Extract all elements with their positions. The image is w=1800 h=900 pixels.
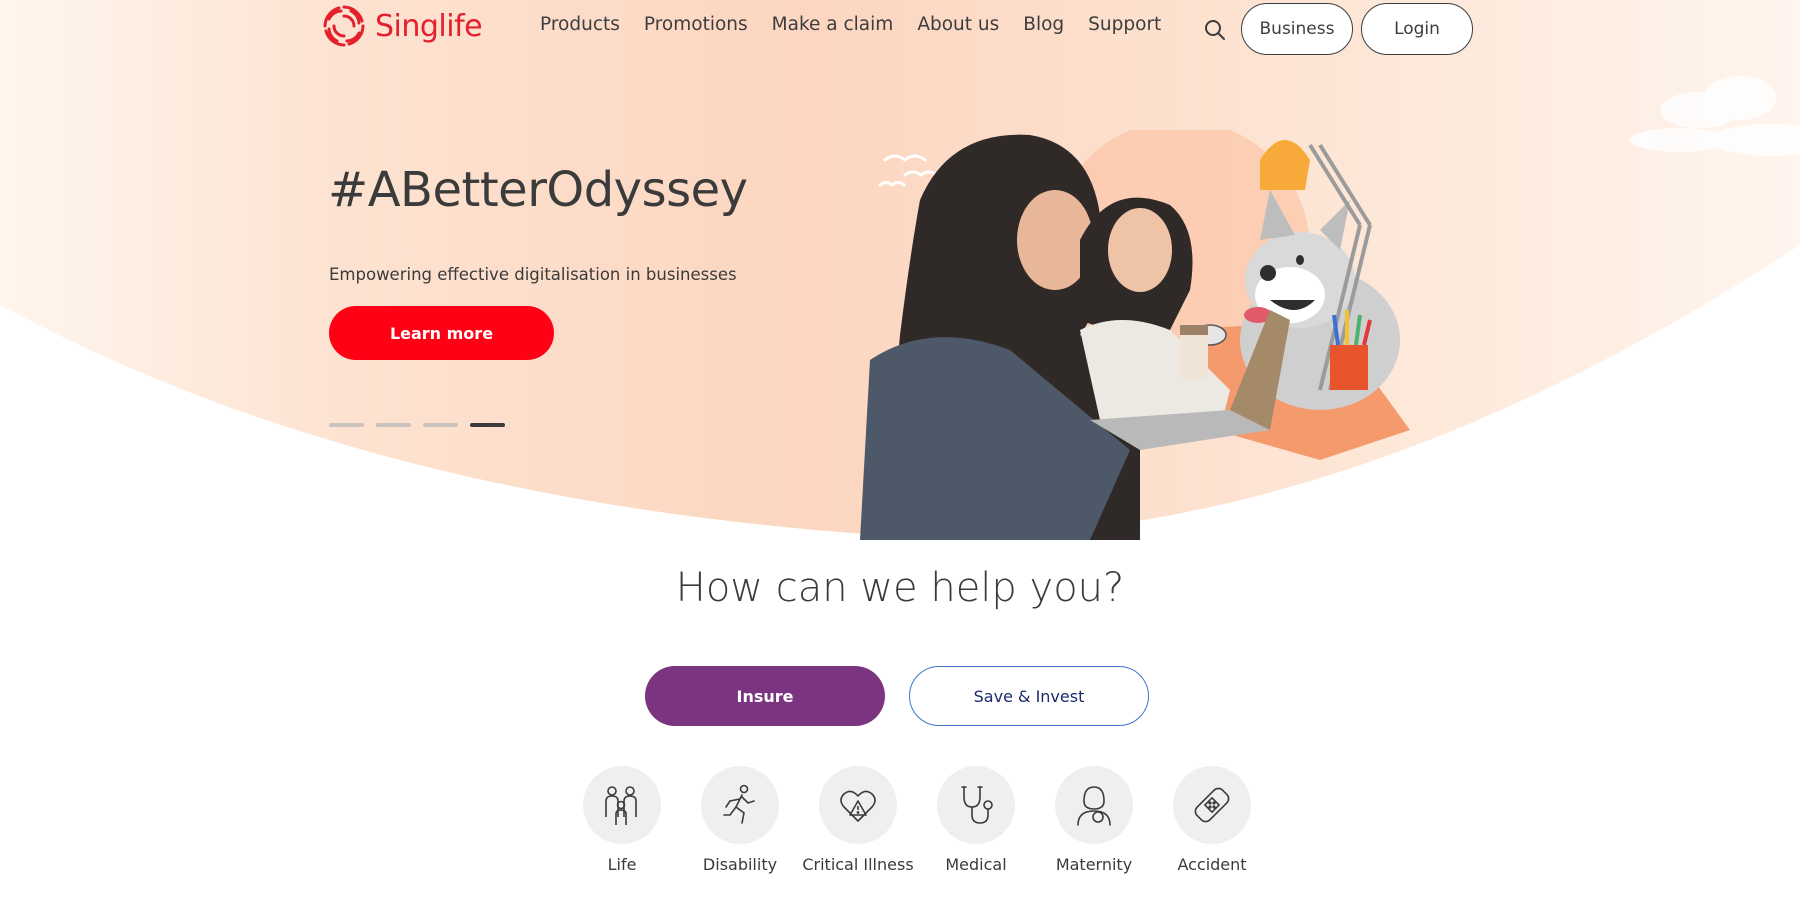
login-button[interactable]: Login (1361, 3, 1473, 55)
nav-item-about-us[interactable]: About us (917, 14, 999, 35)
carousel-dot-2[interactable] (376, 423, 411, 427)
nav-item-blog[interactable]: Blog (1023, 14, 1064, 35)
site-header: Singlife Products Promotions Make a clai… (0, 0, 1800, 60)
category-icon-circle (701, 766, 779, 844)
product-categories: Life Disability Critical Illness Medical… (563, 766, 1271, 874)
spiral-logo-icon (323, 5, 365, 47)
hero-banner: #ABetterOdyssey Empowering effective dig… (0, 0, 1800, 540)
search-button[interactable] (1202, 17, 1228, 43)
business-button[interactable]: Business (1241, 3, 1353, 55)
category-label: Maternity (1055, 855, 1133, 874)
stethoscope-icon (961, 786, 993, 824)
insure-tab-button[interactable]: Insure (645, 666, 885, 726)
category-disability[interactable]: Disability (681, 766, 799, 874)
category-label: Disability (702, 855, 778, 874)
help-section-title: How can we help you? (675, 565, 1125, 611)
mother-baby-icon (1077, 786, 1111, 826)
family-icon (605, 786, 637, 825)
category-label: Life (607, 855, 637, 874)
category-accident[interactable]: Accident (1153, 766, 1271, 874)
nav-item-support[interactable]: Support (1088, 14, 1161, 35)
learn-more-button[interactable]: Learn more (329, 306, 554, 360)
carousel-dot-1[interactable] (329, 423, 364, 427)
carousel-dot-3[interactable] (423, 423, 458, 427)
category-label: Accident (1177, 855, 1247, 874)
brand-name: Singlife (375, 8, 483, 44)
main-navigation: Products Promotions Make a claim About u… (540, 14, 1185, 35)
category-icon-circle (583, 766, 661, 844)
carousel-dot-4[interactable] (470, 423, 505, 427)
bandage-icon (1194, 787, 1230, 823)
nav-item-products[interactable]: Products (540, 14, 620, 35)
hero-title: #ABetterOdyssey (328, 162, 748, 218)
category-critical-illness[interactable]: Critical Illness (799, 766, 917, 874)
hero-subtitle: Empowering effective digitalisation in b… (329, 265, 737, 284)
category-icon-circle (819, 766, 897, 844)
save-invest-tab-button[interactable]: Save & Invest (909, 666, 1149, 726)
running-person-icon (723, 784, 755, 824)
category-icon-circle (937, 766, 1015, 844)
search-icon (1205, 20, 1225, 40)
category-medical[interactable]: Medical (917, 766, 1035, 874)
heart-warning-icon (840, 790, 876, 822)
hero-illustration (860, 130, 1410, 540)
category-icon-circle (1055, 766, 1133, 844)
nav-item-promotions[interactable]: Promotions (644, 14, 748, 35)
category-icon-circle (1173, 766, 1251, 844)
category-label: Medical (945, 855, 1007, 874)
category-life[interactable]: Life (563, 766, 681, 874)
singlife-logo[interactable]: Singlife (321, 3, 483, 49)
carousel-indicators (329, 423, 505, 427)
category-label: Critical Illness (802, 855, 914, 874)
category-maternity[interactable]: Maternity (1035, 766, 1153, 874)
nav-item-make-a-claim[interactable]: Make a claim (772, 14, 894, 35)
